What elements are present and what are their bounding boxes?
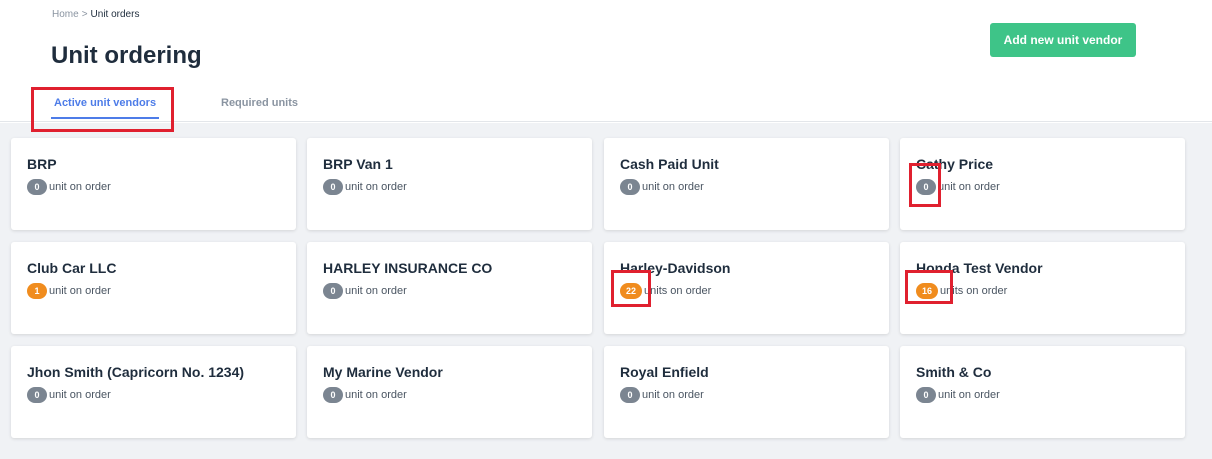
order-count-label: unit on order <box>345 389 407 401</box>
breadcrumb-current: Unit orders <box>90 9 140 20</box>
add-unit-vendor-button[interactable]: Add new unit vendor <box>990 23 1136 57</box>
vendor-name: HARLEY INSURANCE CO <box>323 260 493 276</box>
vendor-name: Harley-Davidson <box>620 260 731 276</box>
order-count-badge: 0 <box>323 387 343 403</box>
order-count-label: unit on order <box>938 389 1000 401</box>
vendor-name: My Marine Vendor <box>323 364 443 380</box>
order-count-badge: 0 <box>620 179 640 195</box>
order-count-label: unit on order <box>345 285 407 297</box>
page-header: Home > Unit orders Unit ordering Add new u… <box>0 0 1212 122</box>
vendor-card[interactable]: HARLEY INSURANCE CO 0 unit on order <box>307 242 592 334</box>
vendor-name: BRP <box>27 156 57 172</box>
vendor-card[interactable]: Jhon Smith (Capricorn No. 1234) 0 unit on… <box>11 346 296 438</box>
order-count-label: units on order <box>940 285 1008 297</box>
order-count-badge: 1 <box>27 283 47 299</box>
order-count-label: unit on order <box>49 389 111 401</box>
breadcrumb-home[interactable]: Home <box>52 9 79 20</box>
vendor-name: BRP Van 1 <box>323 156 393 172</box>
vendor-name: Smith & Co <box>916 364 992 380</box>
vendor-card[interactable]: Cathy Price 0 unit on order <box>900 138 1185 230</box>
order-count-badge: 0 <box>323 179 343 195</box>
order-count-label: units on order <box>644 285 712 297</box>
vendor-card[interactable]: BRP Van 1 0 unit on order <box>307 138 592 230</box>
vendor-card[interactable]: Honda Test Vendor 16 units on order <box>900 242 1185 334</box>
order-count-badge: 0 <box>27 179 47 195</box>
order-count-badge: 0 <box>27 387 47 403</box>
order-count-label: unit on order <box>938 181 1000 193</box>
order-count-label: unit on order <box>642 181 704 193</box>
vendor-name: Cathy Price <box>916 156 994 172</box>
vendor-name: Cash Paid Unit <box>620 156 719 172</box>
order-count-badge: 16 <box>916 283 939 299</box>
breadcrumb-separator: > <box>81 9 88 20</box>
order-count-badge: 0 <box>916 387 936 403</box>
breadcrumb: Home > Unit orders <box>52 9 139 20</box>
vendor-card[interactable]: Club Car LLC 1 unit on order <box>11 242 296 334</box>
page-title: Unit ordering <box>51 42 202 69</box>
order-count-label: unit on order <box>49 285 111 297</box>
vendor-card[interactable]: Smith & Co 0 unit on order <box>900 346 1185 438</box>
vendor-card[interactable]: BRP 0 unit on order <box>11 138 296 230</box>
order-count-badge: 22 <box>620 283 643 299</box>
order-count-badge: 0 <box>916 179 936 195</box>
order-count-label: unit on order <box>49 181 111 193</box>
order-count-badge: 0 <box>620 387 640 403</box>
vendor-card[interactable]: Cash Paid Unit 0 unit on order <box>604 138 889 230</box>
vendor-name: Jhon Smith (Capricorn No. 1234) <box>27 364 245 380</box>
vendor-name: Royal Enfield <box>620 364 709 380</box>
vendor-card[interactable]: Royal Enfield 0 unit on order <box>604 346 889 438</box>
vendor-card[interactable]: Harley-Davidson 22 units on order <box>604 242 889 334</box>
tab-required-units[interactable]: Required units <box>221 97 298 117</box>
order-count-label: unit on order <box>642 389 704 401</box>
vendor-card[interactable]: My Marine Vendor 0 unit on order <box>307 346 592 438</box>
order-count-label: unit on order <box>345 181 407 193</box>
tab-active-unit-vendors[interactable]: Active unit vendors <box>51 97 160 119</box>
vendor-name: Club Car LLC <box>27 260 117 276</box>
vendor-name: Honda Test Vendor <box>916 260 1043 276</box>
vendor-grid: BRP 0 unit on order BRP Van 1 0 unit on or… <box>0 123 1212 459</box>
order-count-badge: 0 <box>323 283 343 299</box>
